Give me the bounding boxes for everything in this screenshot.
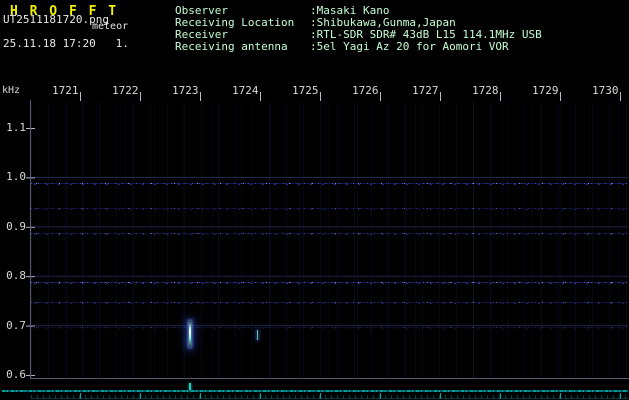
bottom-axis-line (30, 378, 629, 379)
noise-band (31, 301, 627, 304)
spectrogram-plot (0, 0, 629, 400)
noise-band (31, 232, 627, 235)
signal-trace (2, 390, 628, 392)
noise-band (31, 207, 627, 210)
hrofft-window: H R O F F T UT2511181720.png meteor 25.1… (0, 0, 629, 400)
meteor-echo (189, 321, 191, 347)
bottom-baseline (31, 398, 628, 399)
noise-band (31, 326, 627, 329)
noise-band (31, 182, 627, 185)
meteor-echo (257, 330, 258, 340)
noise-band (31, 281, 627, 284)
